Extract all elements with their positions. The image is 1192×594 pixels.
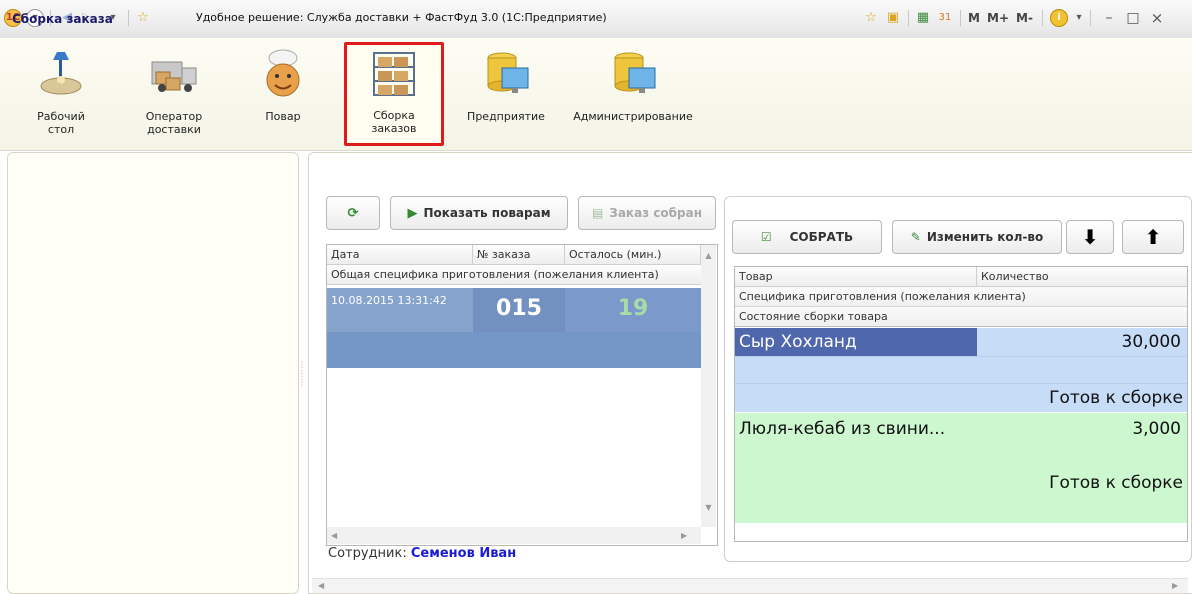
function-panel (7, 152, 299, 594)
delivery-truck-icon (151, 61, 197, 92)
title-bar: 1С ▾ ◀ ▷ ▾ ☆ Удобное решение: Служба дос… (0, 0, 1192, 39)
checkbox-icon: ☑ (760, 230, 772, 244)
section-label-line2: стол (47, 123, 75, 136)
section-delivery-operator[interactable]: Оператор доставки (132, 44, 216, 140)
section-desktop[interactable]: Рабочий стол (24, 44, 98, 140)
show-to-cooks-label: Показать поварам (423, 206, 551, 220)
section-label-line2: доставки (147, 123, 201, 136)
bookmark-icon[interactable]: ▣ (884, 9, 902, 27)
section-label-line1: Администрирование (573, 110, 693, 123)
scroll-right-arrow-icon[interactable]: ▶ (681, 531, 687, 540)
section-label-line2: заказов (371, 122, 417, 135)
section-enterprise[interactable]: Предприятие (464, 44, 548, 140)
employee-name[interactable]: Семенов Иван (411, 546, 516, 561)
calendar-icon[interactable]: 31 (936, 9, 954, 27)
column-subheader-specifics[interactable]: Общая специфика приготовления (пожелания… (327, 265, 701, 285)
maximize-button[interactable]: □ (1124, 9, 1142, 27)
order-number: 015 (496, 296, 542, 321)
order-assembled-label: Заказ собран (609, 206, 703, 220)
play-icon: ▶ (407, 205, 418, 221)
section-order-assembly[interactable]: Сборка заказов (344, 42, 444, 146)
work-area-horizontal-scrollbar[interactable]: ◀ ▶ (312, 578, 1188, 593)
pencil-icon: ✎ (910, 230, 921, 244)
section-label-line1: Повар (265, 110, 301, 123)
panel-splitter[interactable]: ⋮ ⋮ ⋮ (298, 360, 306, 396)
change-quantity-label: Изменить кол-во (926, 230, 1044, 244)
sections-panel: Рабочий стол Оператор доставки Повар Сбо… (0, 38, 1192, 151)
section-label-line1: Сборка (373, 109, 415, 122)
window-title: Удобное решение: Служба доставки + ФастФ… (196, 11, 607, 24)
scroll-up-arrow-icon[interactable]: ▲ (701, 251, 716, 260)
shelves-icon (373, 52, 415, 96)
table-row[interactable]: 10.08.2015 13:31:42 015 19 (327, 288, 701, 368)
order-assembled-button[interactable]: ▤ Заказ собран (578, 196, 716, 230)
item-status: Готов к сборке (1049, 388, 1183, 408)
change-quantity-button[interactable]: ✎ Изменить кол-во (892, 220, 1062, 254)
table-row[interactable]: Люля-кебаб из свини... 3,000 Готов к сбо… (735, 413, 1187, 523)
info-icon[interactable]: i (1050, 9, 1068, 27)
item-name: Сыр Хохланд (739, 332, 857, 352)
column-subheader-assembly-state[interactable]: Состояние сборки товара (735, 307, 1187, 327)
database-monitor-icon (487, 52, 529, 93)
arrow-down-icon: ⬇ (1081, 225, 1099, 249)
move-up-button[interactable]: ⬆ (1122, 220, 1184, 254)
toolbar-separator (960, 10, 961, 26)
item-quantity: 30,000 (1121, 332, 1181, 352)
employee-line: Сотрудник: Семенов Иван (328, 546, 516, 561)
chef-icon (266, 49, 300, 97)
refresh-button[interactable]: ⟳ (326, 196, 380, 230)
section-cook[interactable]: Повар (250, 44, 316, 140)
favorite-star-icon[interactable]: ☆ (134, 9, 152, 27)
horizontal-scrollbar[interactable]: ◀ ▶ (327, 527, 701, 544)
order-date: 10.08.2015 13:31:42 (331, 294, 447, 307)
refresh-icon: ⟳ (347, 205, 359, 221)
vertical-scrollbar[interactable]: ▲ ▼ (701, 245, 716, 527)
desk-lamp-icon (40, 52, 82, 95)
section-label-line1: Оператор (145, 110, 203, 123)
memory-m-button[interactable]: M (968, 11, 980, 25)
toolbar-separator (1090, 10, 1091, 26)
memory-plus-button[interactable]: M+ (987, 11, 1009, 25)
item-status: Готов к сборке (1049, 473, 1183, 493)
document-check-icon: ▤ (591, 206, 604, 220)
move-down-button[interactable]: ⬇ (1066, 220, 1114, 254)
close-button[interactable]: × (1148, 9, 1166, 27)
table-row[interactable]: Сыр Хохланд 30,000 Готов к сборке (735, 328, 1187, 412)
collect-button[interactable]: ☑ СОБРАТЬ (732, 220, 882, 254)
column-header-product[interactable]: Товар (735, 267, 977, 287)
toolbar-separator (128, 10, 129, 26)
order-items-table[interactable]: Товар Количество Специфика приготовления… (734, 266, 1188, 542)
toolbar-separator (908, 10, 909, 26)
scroll-left-arrow-icon[interactable]: ◀ (318, 581, 324, 590)
scroll-left-arrow-icon[interactable]: ◀ (331, 531, 337, 540)
section-administration[interactable]: Администрирование (566, 44, 700, 140)
minimize-button[interactable]: – (1100, 9, 1118, 27)
item-quantity: 3,000 (1132, 419, 1181, 439)
scroll-down-arrow-icon[interactable]: ▼ (701, 503, 716, 512)
column-header-quantity[interactable]: Количество (977, 267, 1187, 287)
item-name: Люля-кебаб из свини... (739, 419, 946, 439)
orders-table[interactable]: Дата № заказа Осталось (мин.) Общая спец… (326, 244, 718, 546)
toolbar-separator (1042, 10, 1043, 26)
function-panel-title[interactable]: Сборка заказа (12, 12, 113, 26)
order-remaining-minutes: 19 (617, 296, 649, 321)
memory-minus-button[interactable]: M- (1016, 11, 1033, 25)
column-header-date[interactable]: Дата (327, 245, 473, 265)
scroll-right-arrow-icon[interactable]: ▶ (1172, 581, 1178, 590)
database-monitor-icon (614, 52, 656, 93)
favorites-icon[interactable]: ☆ (862, 9, 880, 27)
arrow-up-icon: ⬆ (1144, 225, 1162, 249)
column-subheader-specifics[interactable]: Специфика приготовления (пожелания клиен… (735, 287, 1187, 307)
calculator-icon[interactable]: ▦ (914, 9, 932, 27)
section-label-line1: Рабочий (37, 110, 85, 123)
collect-label: СОБРАТЬ (789, 230, 854, 244)
column-header-remaining[interactable]: Осталось (мин.) (565, 245, 701, 265)
section-label-line1: Предприятие (467, 110, 545, 123)
show-to-cooks-button[interactable]: ▶ Показать поварам (390, 196, 568, 230)
column-header-order-number[interactable]: № заказа (473, 245, 565, 265)
employee-label: Сотрудник: (328, 546, 407, 561)
info-dropdown-icon[interactable]: ▾ (1070, 9, 1088, 27)
